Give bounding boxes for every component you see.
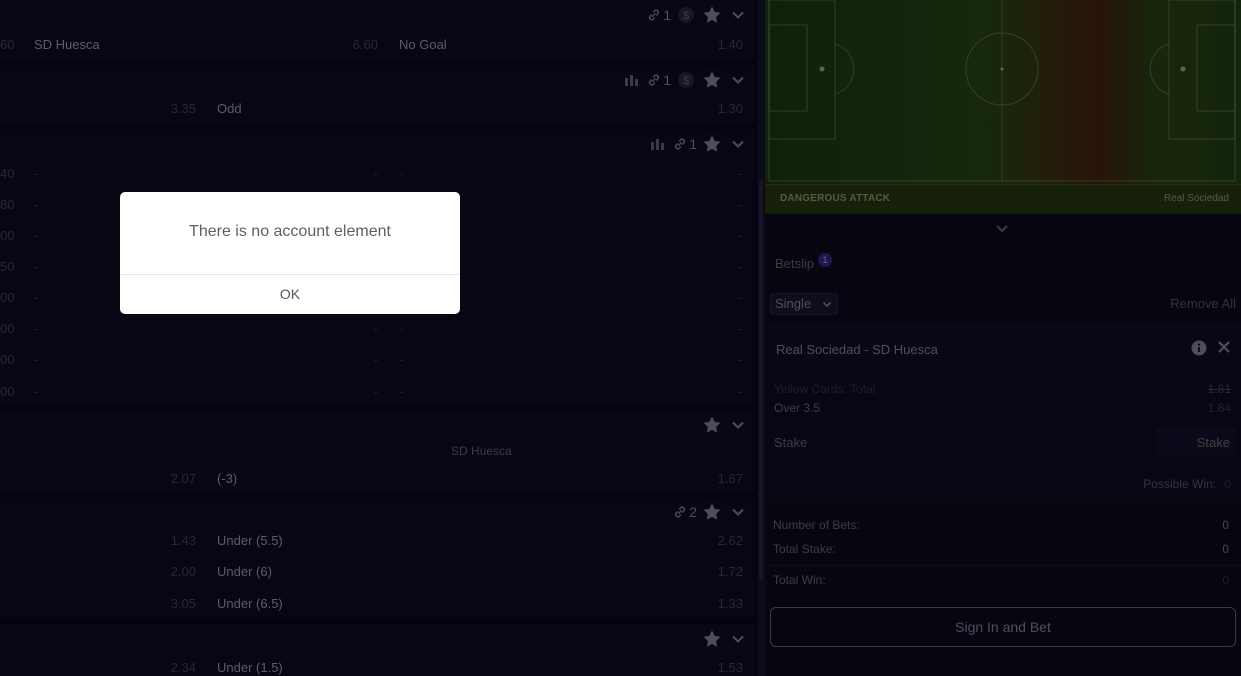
- ok-button[interactable]: OK: [120, 275, 460, 314]
- dialog-message: There is no account element: [189, 223, 391, 240]
- modal-overlay: [0, 0, 1241, 676]
- alert-dialog: There is no account element OK: [120, 192, 460, 314]
